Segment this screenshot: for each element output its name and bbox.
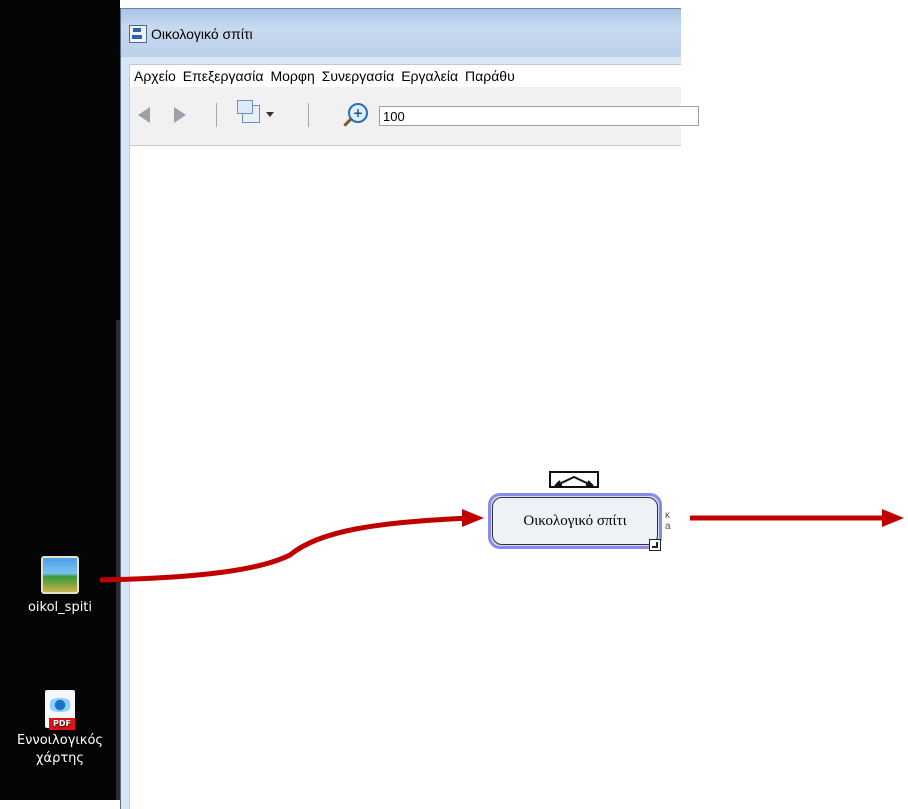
arrow-image-to-node bbox=[99, 515, 471, 583]
annotation-arrows bbox=[99, 509, 904, 583]
arrowhead-node-to-right bbox=[882, 509, 904, 527]
arrowhead-image-to-node bbox=[462, 509, 484, 527]
